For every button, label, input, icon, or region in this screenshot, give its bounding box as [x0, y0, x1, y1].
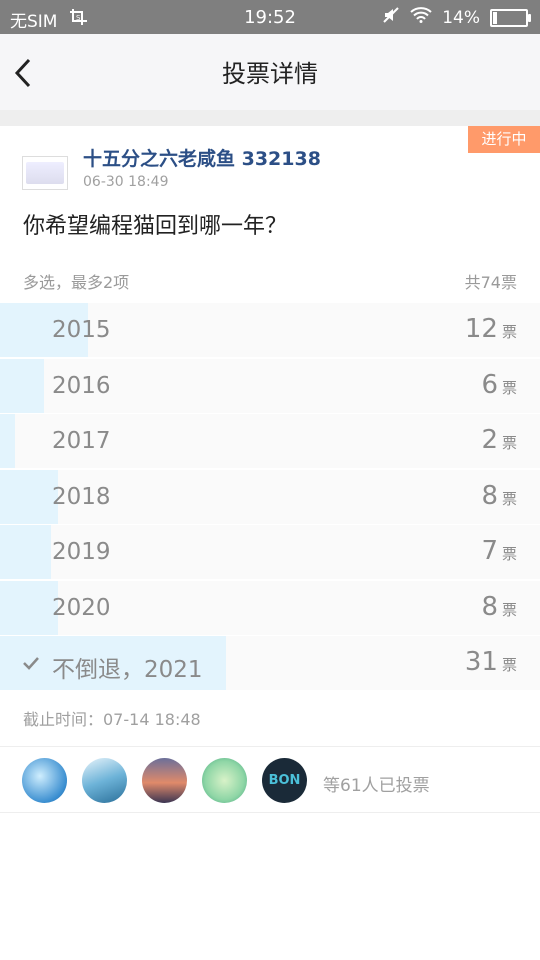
- poll-option[interactable]: 2016 6票: [0, 358, 540, 413]
- vote-bar: [0, 358, 44, 413]
- option-count: 6票: [481, 369, 517, 400]
- poll-option[interactable]: 不倒退，2021 31 票: [0, 636, 540, 690]
- voter-avatar[interactable]: [142, 758, 187, 803]
- vote-bar: [0, 525, 52, 579]
- notification-muted-icon: [382, 6, 400, 29]
- status-bar: 无SIM S 19:52 14%: [0, 0, 540, 34]
- option-label: 不倒退，2021: [52, 657, 203, 683]
- author-name[interactable]: 十五分之六老咸鱼 332138: [83, 144, 321, 171]
- wifi-icon: [410, 7, 432, 28]
- bon-logo-icon: BON: [268, 773, 301, 788]
- poll-option[interactable]: 2015 12 票: [0, 303, 540, 357]
- nav-bar: 投票详情: [0, 34, 540, 110]
- poll-option[interactable]: 2019 7票: [0, 525, 540, 579]
- poll-card: 进行中 十五分之六老咸鱼 332138 06-30 18:49 你希望编程猫回到…: [0, 126, 540, 813]
- vote-bar: [0, 469, 59, 524]
- status-badge: 进行中: [468, 126, 540, 153]
- option-label: 2016: [52, 372, 111, 399]
- option-count: 12 票: [464, 314, 517, 344]
- voter-avatar[interactable]: [202, 758, 247, 803]
- post-date: 06-30 18:49: [83, 174, 169, 190]
- vote-bar: [0, 414, 15, 468]
- option-count: 8票: [481, 480, 517, 511]
- divider: [0, 746, 540, 747]
- voter-avatars[interactable]: BON: [22, 758, 307, 803]
- option-count: 7票: [481, 536, 517, 566]
- option-label: 2019: [52, 539, 111, 565]
- poll-option[interactable]: 2020 8票: [0, 580, 540, 635]
- option-label: 2020: [52, 594, 111, 621]
- vote-bar: [0, 580, 59, 635]
- divider: [0, 812, 540, 813]
- battery-percent: 14%: [442, 7, 480, 28]
- voter-avatar[interactable]: BON: [262, 758, 307, 803]
- option-count: 2票: [481, 425, 517, 455]
- poll-total: 共74票: [464, 273, 517, 292]
- voter-avatar[interactable]: [22, 758, 67, 803]
- option-label: 2017: [52, 428, 111, 454]
- poll-option[interactable]: 2017 2票: [0, 414, 540, 468]
- page-title: 投票详情: [222, 60, 318, 88]
- option-count: 8票: [481, 591, 517, 622]
- poll-options: 2015 12 票 2016 6票 2017 2票 2018 8票 2019 7票…: [0, 303, 540, 692]
- section-gap: [0, 110, 540, 126]
- poll-question: 你希望编程猫回到哪一年？: [23, 214, 288, 239]
- poll-mode: 多选，最多2项: [23, 273, 130, 292]
- checkmark-icon: [23, 657, 39, 670]
- battery-icon: [490, 8, 531, 27]
- avatar-logo-icon: [26, 162, 64, 184]
- poll-deadline: 截止时间：07-14 18:48: [23, 710, 201, 729]
- voter-avatar[interactable]: [82, 758, 127, 803]
- poll-option[interactable]: 2018 8票: [0, 469, 540, 524]
- voters-count[interactable]: 等61人已投票: [323, 771, 430, 796]
- option-label: 2015: [52, 317, 111, 343]
- option-label: 2018: [52, 483, 111, 510]
- author-avatar[interactable]: [22, 156, 68, 190]
- option-count: 31 票: [464, 647, 517, 677]
